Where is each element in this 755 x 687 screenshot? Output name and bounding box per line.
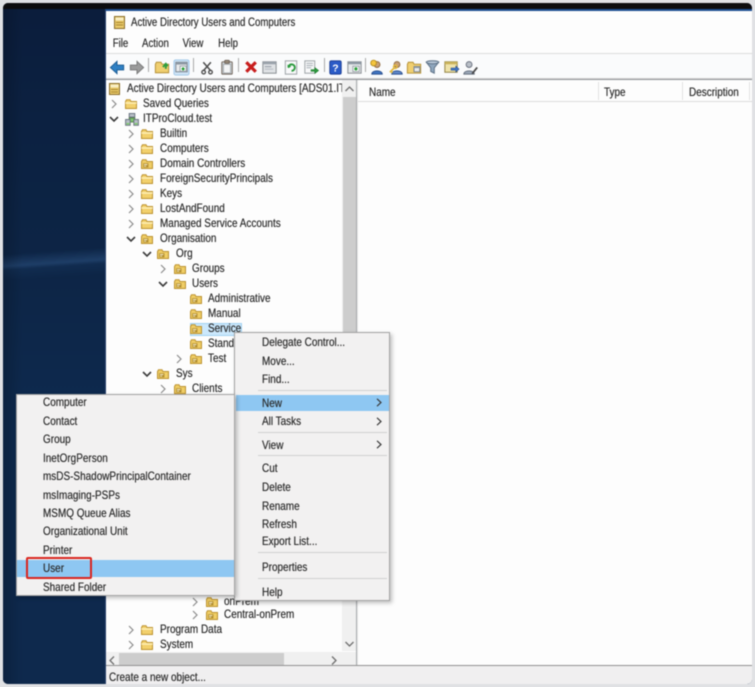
svg-text:?: ? [332,63,338,74]
